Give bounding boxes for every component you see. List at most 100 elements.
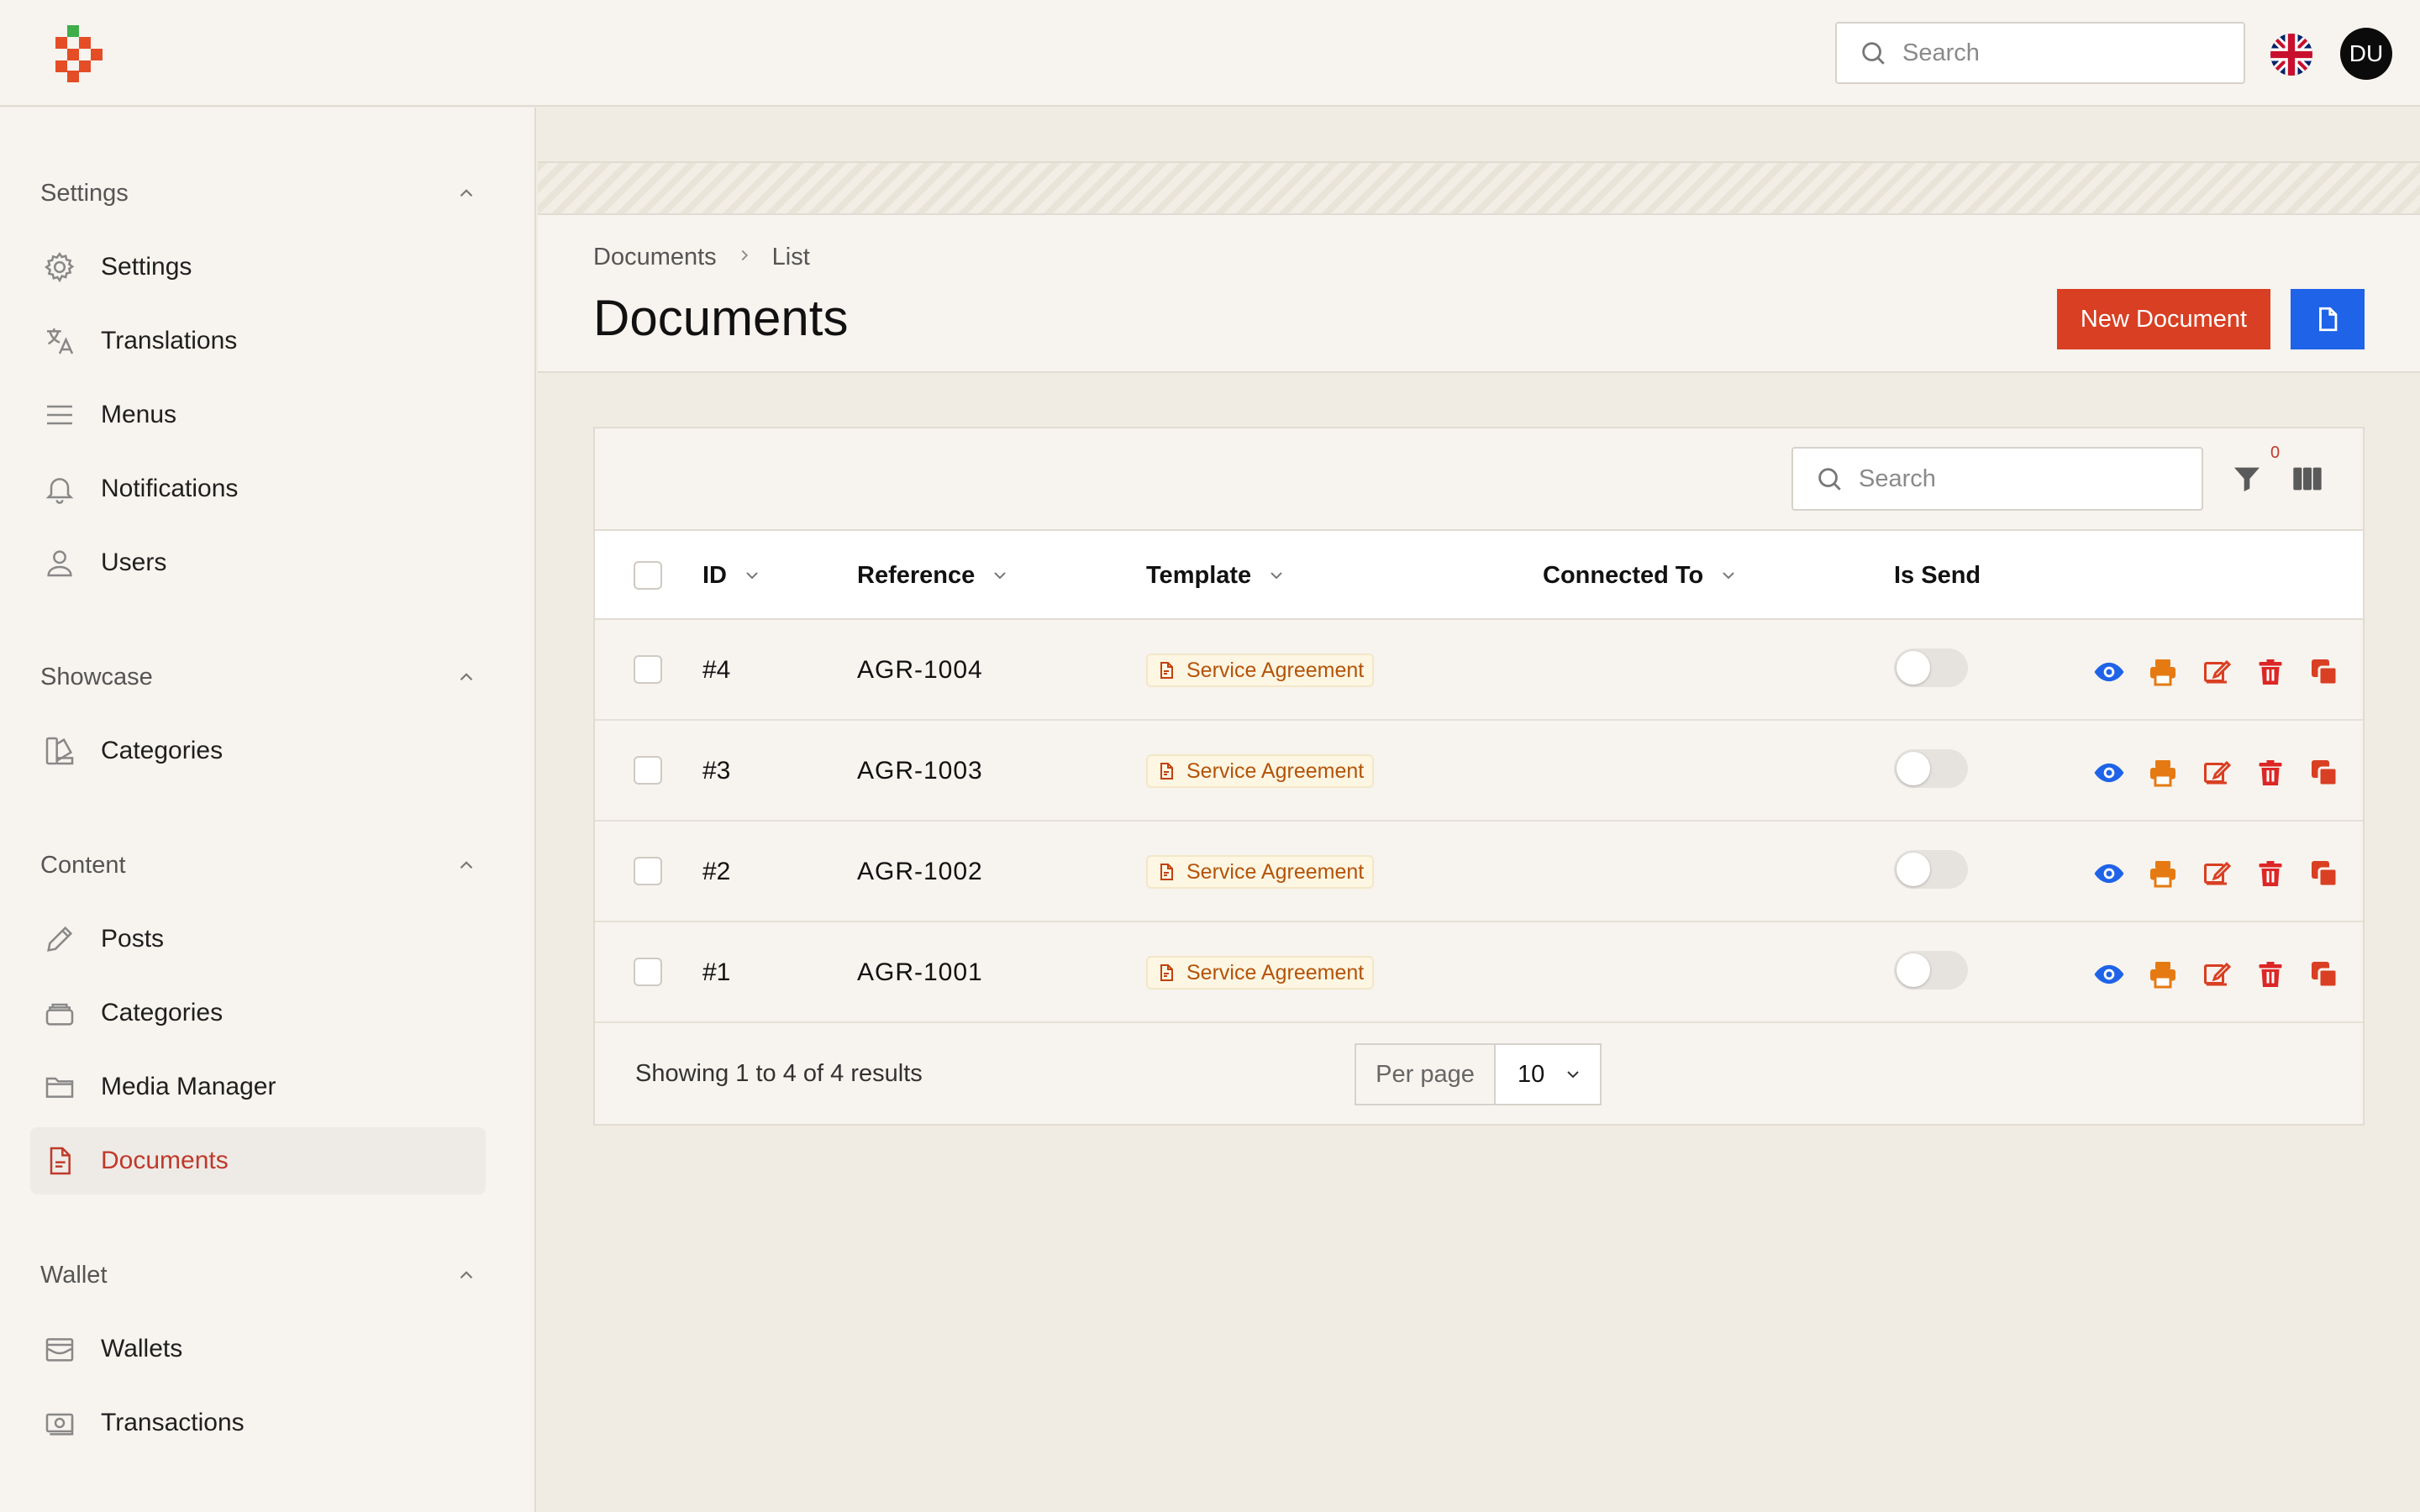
row-checkbox[interactable] (634, 756, 662, 785)
sidebar-item-transactions[interactable]: Transactions (30, 1389, 486, 1457)
eye-icon (2094, 763, 2124, 783)
language-flag-icon[interactable] (2270, 34, 2312, 76)
columns-icon[interactable] (2291, 462, 2324, 496)
sidebar-group-settings: Settings Settings Translations Menus Not… (40, 168, 486, 603)
column-header-is-send: Is Send (1894, 561, 1981, 589)
view-button[interactable] (2092, 958, 2126, 991)
column-header-connected-to[interactable]: Connected To (1543, 531, 1739, 620)
edit-button[interactable] (2200, 958, 2233, 991)
group-header-showcase[interactable]: Showcase (40, 652, 486, 702)
sidebar-item-wallets[interactable]: Wallets (30, 1315, 486, 1383)
sidebar-item-menus[interactable]: Menus (30, 381, 486, 449)
search-icon (1862, 42, 1885, 65)
cell-reference: AGR-1004 (857, 656, 983, 684)
table-row[interactable]: #1 AGR-1001 Service Agreement (595, 922, 2363, 1023)
trash-icon (2259, 760, 2282, 785)
toggle-knob (1897, 752, 1930, 785)
new-document-button[interactable]: New Document (2057, 289, 2270, 349)
sidebar-item-translations[interactable]: Translations (30, 307, 486, 375)
cell-template: Service Agreement (1146, 822, 1375, 922)
sidebar-item-content-categories[interactable]: Categories (30, 979, 486, 1047)
print-button[interactable] (2146, 857, 2180, 890)
column-header-reference[interactable]: Reference (857, 531, 1010, 620)
cell-reference: AGR-1002 (857, 858, 983, 885)
column-header-template[interactable]: Template (1146, 531, 1286, 620)
logo[interactable] (55, 25, 104, 82)
select-all-checkbox[interactable] (634, 561, 662, 590)
printer-icon (2150, 962, 2175, 989)
pencil-icon (47, 926, 73, 952)
per-page-select[interactable]: Per page 10 (1355, 1043, 1602, 1105)
table-row[interactable]: #4 AGR-1004 Service Agreement (595, 620, 2363, 721)
row-checkbox[interactable] (634, 958, 662, 986)
user-avatar[interactable]: DU (2340, 28, 2392, 80)
print-button[interactable] (2146, 756, 2180, 790)
trash-icon (2259, 659, 2282, 685)
is-send-toggle[interactable] (1894, 951, 1968, 990)
document-icon (1160, 763, 1173, 780)
template-badge: Service Agreement (1146, 654, 1375, 687)
sidebar-item-settings[interactable]: Settings (30, 234, 486, 301)
menu-icon (47, 405, 72, 425)
duplicate-button[interactable] (2307, 857, 2341, 890)
global-search-placeholder: Search (1902, 39, 1980, 66)
per-page-value[interactable]: 10 (1496, 1045, 1600, 1104)
is-send-toggle[interactable] (1894, 749, 1968, 788)
filter-icon[interactable] (2230, 462, 2264, 496)
column-header-id[interactable]: ID (702, 531, 762, 620)
duplicate-button[interactable] (2307, 958, 2341, 991)
trash-icon (2259, 861, 2282, 886)
table-body: #4 AGR-1004 Service Agreement #3 AGR-100… (595, 620, 2363, 1023)
delete-button[interactable] (2254, 655, 2287, 689)
duplicate-button[interactable] (2307, 756, 2341, 790)
delete-button[interactable] (2254, 756, 2287, 790)
edit-icon (2204, 861, 2232, 885)
sidebar-item-showcase-categories[interactable]: Categories (30, 717, 486, 785)
cell-template: Service Agreement (1146, 922, 1375, 1023)
eye-icon (2094, 964, 2124, 984)
group-header-wallet[interactable]: Wallet (40, 1250, 486, 1300)
row-checkbox[interactable] (634, 857, 662, 885)
sidebar-item-documents[interactable]: Documents (30, 1127, 486, 1194)
edit-button[interactable] (2200, 756, 2233, 790)
delete-button[interactable] (2254, 857, 2287, 890)
sidebar-item-users[interactable]: Users (30, 529, 486, 596)
cell-id: #3 (702, 757, 731, 785)
table-search-input[interactable]: Search (1791, 447, 2203, 511)
documents-table: Search 0 ID Reference Template Connected… (593, 427, 2365, 1126)
cell-template: Service Agreement (1146, 620, 1375, 721)
row-checkbox[interactable] (634, 655, 662, 684)
sidebar-group-showcase: Showcase Categories (40, 652, 486, 791)
printer-icon (2150, 659, 2175, 686)
toggle-knob (1897, 853, 1930, 886)
group-header-settings[interactable]: Settings (40, 168, 486, 218)
table-row[interactable]: #2 AGR-1002 Service Agreement (595, 822, 2363, 922)
edit-button[interactable] (2200, 857, 2233, 890)
sidebar-item-media-manager[interactable]: Media Manager (30, 1053, 486, 1121)
view-button[interactable] (2092, 655, 2126, 689)
bell-icon (45, 478, 74, 504)
sidebar-item-notifications[interactable]: Notifications (30, 455, 486, 522)
duplicate-button[interactable] (2307, 655, 2341, 689)
cell-id: #2 (702, 858, 731, 885)
delete-button[interactable] (2254, 958, 2287, 991)
view-button[interactable] (2092, 756, 2126, 790)
is-send-toggle[interactable] (1894, 850, 1968, 889)
print-button[interactable] (2146, 655, 2180, 689)
document-icon (1160, 662, 1173, 679)
sidebar: Settings Settings Translations Menus Not… (0, 108, 536, 1512)
per-page-label: Per page (1356, 1045, 1496, 1104)
global-search-input[interactable]: Search (1835, 22, 2245, 84)
group-header-content[interactable]: Content (40, 840, 486, 890)
results-summary: Showing 1 to 4 of 4 results (635, 1059, 923, 1087)
document-action-button[interactable] (2291, 289, 2365, 349)
breadcrumb-list: List (771, 244, 810, 270)
edit-button[interactable] (2200, 655, 2233, 689)
table-header: ID Reference Template Connected To Is Se… (595, 531, 2363, 620)
table-row[interactable]: #3 AGR-1003 Service Agreement (595, 721, 2363, 822)
view-button[interactable] (2092, 857, 2126, 890)
is-send-toggle[interactable] (1894, 648, 1968, 687)
breadcrumb-documents[interactable]: Documents (593, 244, 717, 271)
sidebar-item-posts[interactable]: Posts (30, 906, 486, 973)
print-button[interactable] (2146, 958, 2180, 991)
